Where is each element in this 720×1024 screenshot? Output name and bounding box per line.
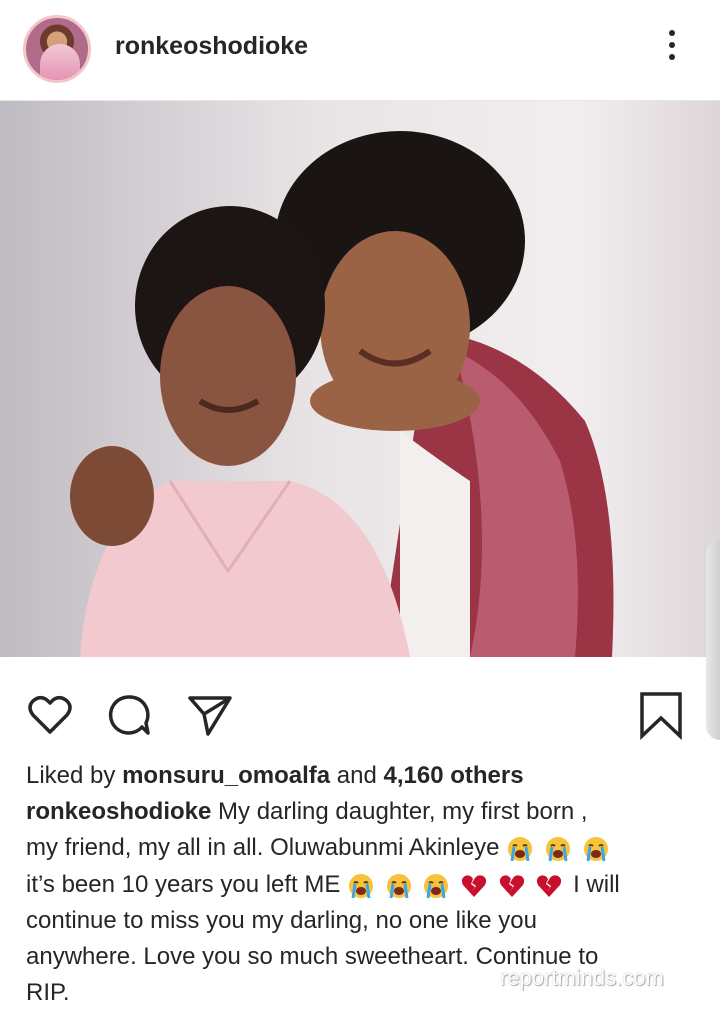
loudly-crying-face-icon	[349, 873, 374, 899]
comment-icon[interactable]	[104, 690, 154, 740]
post-header: ronkeoshodioke	[0, 0, 720, 101]
photo-illustration	[0, 101, 720, 657]
broken-heart-icon	[499, 875, 524, 897]
caption-line-4: continue to miss you my darling, no one …	[26, 907, 537, 935]
caption-text-2: my friend, my all in all. Oluwabunmi Aki…	[26, 834, 500, 861]
caption-text-3: it’s been 10 years you left ME	[26, 870, 341, 898]
likes-joiner: and	[336, 762, 377, 789]
loudly-crying-face-icon	[386, 873, 411, 899]
more-vertical-icon[interactable]	[660, 30, 684, 70]
caption-line-3: it’s been 10 years you left ME I will	[26, 867, 696, 904]
likes-count[interactable]: 4,160 others	[383, 762, 523, 789]
liked-by-user[interactable]: monsuru_omoalfa	[122, 762, 330, 789]
caption-line-1: ronkeoshodioke My darling daughter, my f…	[26, 794, 696, 830]
post-actions	[0, 680, 720, 750]
caption-line-2: my friend, my all in all. Oluwabunmi Aki…	[26, 830, 696, 867]
bookmark-icon[interactable]	[636, 690, 686, 740]
watermark: reportminds.com	[500, 965, 664, 990]
send-icon[interactable]	[184, 690, 234, 740]
likes-line: Liked by monsuru_omoalfa and 4,160 other…	[26, 758, 696, 794]
broken-heart-icon	[537, 875, 562, 897]
loudly-crying-face-icon	[424, 873, 449, 899]
likes-prefix: Liked by	[26, 762, 116, 789]
loudly-crying-face-icon	[545, 837, 570, 862]
crying-emoji-group-2	[347, 867, 566, 903]
broken-heart-icon	[461, 875, 487, 897]
post-photo[interactable]	[0, 101, 720, 657]
crying-emoji-group	[506, 831, 612, 867]
loudly-crying-face-icon	[508, 837, 533, 862]
avatar[interactable]	[23, 15, 91, 83]
heart-icon[interactable]	[25, 690, 75, 740]
loudly-crying-face-icon	[583, 837, 608, 862]
post-username[interactable]: ronkeoshodioke	[115, 32, 308, 61]
caption-text-1: My darling daughter, my first born ,	[218, 798, 588, 825]
caption-text-3b: I will	[573, 870, 620, 898]
caption-author[interactable]: ronkeoshodioke	[26, 798, 211, 825]
